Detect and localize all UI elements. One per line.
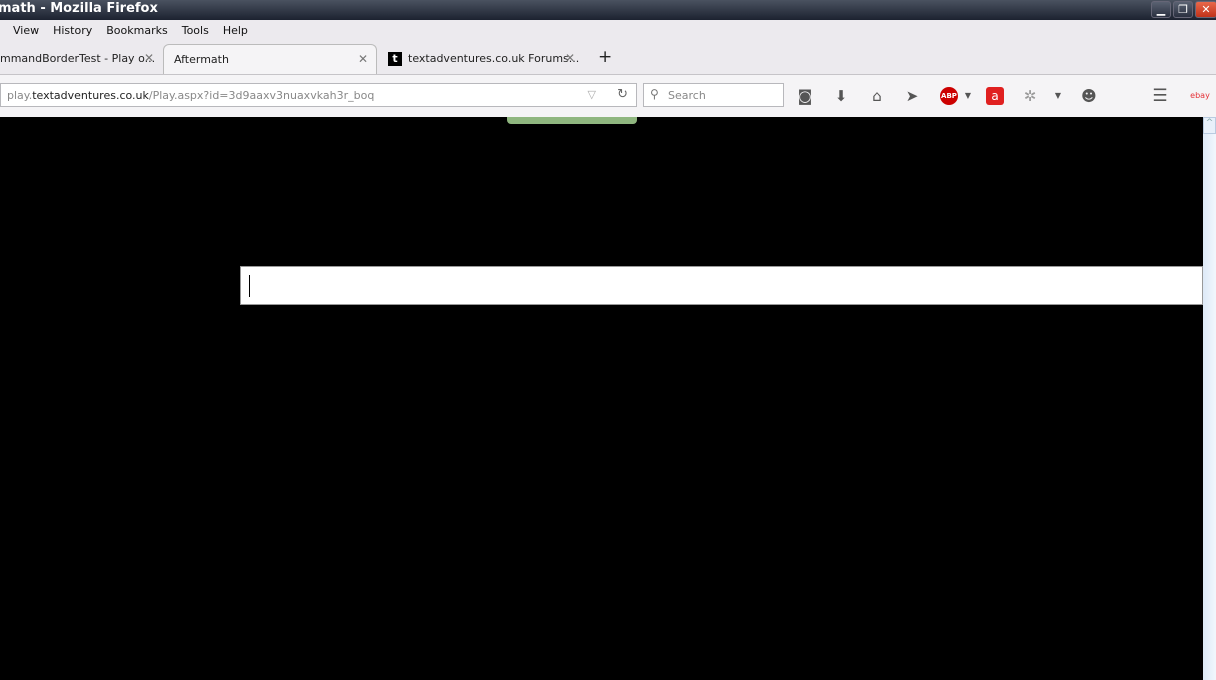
search-icon: ⚲ (650, 87, 659, 101)
tab-forums[interactable]: t textadventures.co.uk Forums... ✕ (378, 44, 583, 74)
browser-chrome: View History Bookmarks Tools Help mmandB… (0, 20, 1216, 117)
tab-label: textadventures.co.uk Forums... (408, 52, 580, 65)
close-tab-icon[interactable]: ✕ (144, 51, 154, 65)
menu-view[interactable]: View (0, 20, 47, 40)
tab-aftermath[interactable]: Aftermath ✕ (163, 44, 377, 74)
url-path: /Play.aspx?id=3d9aaxv3nuaxvkah3r_boq (148, 89, 375, 102)
new-tab-button[interactable]: + (588, 44, 612, 74)
restore-button[interactable]: ❐ (1173, 1, 1193, 18)
url-domain: textadventures.co.uk (32, 89, 149, 102)
menu-history[interactable]: History (47, 20, 100, 40)
page-content (0, 117, 1203, 680)
pocket-icon[interactable]: ◙ (796, 87, 814, 105)
tab-strip: mmandBorderTest - Play o... ✕ Aftermath … (0, 44, 1216, 74)
menu-icon[interactable]: ☰ (1151, 87, 1169, 105)
close-tab-icon[interactable]: ✕ (358, 52, 368, 66)
scroll-up-icon[interactable]: ^ (1203, 117, 1216, 134)
close-tab-icon[interactable]: ✕ (565, 51, 575, 65)
tab-label: Aftermath (174, 53, 229, 66)
chevron-down-icon[interactable]: ▼ (959, 87, 977, 105)
send-icon[interactable]: ➤ (903, 87, 921, 105)
favicon-icon: t (388, 52, 402, 66)
scrollbar[interactable]: ^ (1203, 117, 1216, 680)
extension-icon[interactable]: ✲ (1021, 87, 1039, 105)
status-bar-tab[interactable] (507, 117, 637, 124)
chevron-down-icon[interactable]: ▼ (1049, 87, 1067, 105)
search-input[interactable]: ⚲ Search (643, 83, 784, 107)
menu-tools[interactable]: Tools (176, 20, 217, 40)
download-icon[interactable]: ⬇ (832, 87, 850, 105)
menu-help[interactable]: Help (217, 20, 256, 40)
avira-icon[interactable]: a (986, 87, 1004, 105)
menu-bar: View History Bookmarks Tools Help (0, 20, 256, 40)
text-caret (249, 275, 250, 297)
url-prefix: play. (7, 89, 33, 102)
home-icon[interactable]: ⌂ (868, 87, 886, 105)
url-bar[interactable]: play.textadventures.co.uk/Play.aspx?id=3… (0, 83, 637, 107)
reload-icon[interactable]: ↻ (617, 87, 628, 102)
search-placeholder: Search (668, 89, 706, 102)
tab-commandbordertest[interactable]: mmandBorderTest - Play o... ✕ (0, 44, 162, 74)
title-bar: math - Mozilla Firefox ▁ ❐ ✕ (0, 0, 1216, 20)
tab-label: mmandBorderTest - Play o... (0, 52, 156, 65)
emoji-icon[interactable]: ☻ (1080, 87, 1098, 105)
ebay-icon[interactable]: ebay (1188, 87, 1212, 105)
window-title: math - Mozilla Firefox (0, 1, 158, 16)
menu-bookmarks[interactable]: Bookmarks (100, 20, 175, 40)
close-button[interactable]: ✕ (1195, 1, 1216, 18)
nav-bar: play.textadventures.co.uk/Play.aspx?id=3… (0, 74, 1216, 117)
adblock-plus-icon[interactable]: ABP (940, 87, 958, 105)
command-input[interactable] (240, 266, 1203, 305)
minimize-button[interactable]: ▁ (1151, 1, 1171, 18)
dropdown-icon[interactable]: ▽ (588, 88, 596, 101)
